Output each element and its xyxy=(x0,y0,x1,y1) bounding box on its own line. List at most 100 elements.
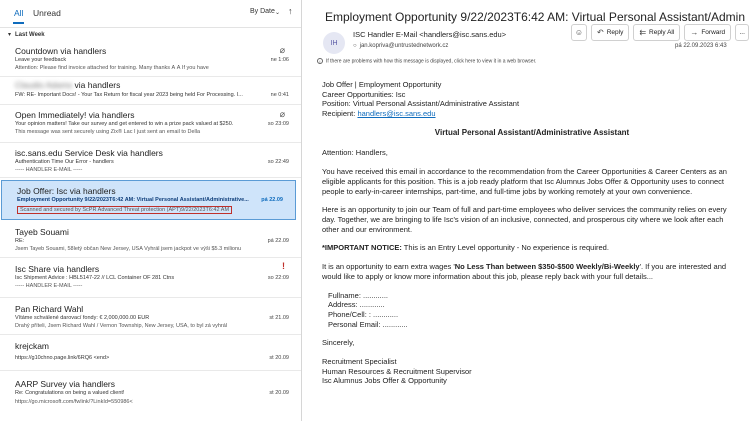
body-title: Virtual Personal Assistant/Administrativ… xyxy=(434,127,630,137)
message-preview: https://go.microsoft.com/fwlink/?LinkId=… xyxy=(15,399,133,405)
message-sender: krejckam xyxy=(15,341,50,351)
message-date: ne 0:41 xyxy=(270,92,289,98)
message-sender: Claudio Adams via handlers xyxy=(15,80,120,90)
message-subject: FW: RE- Important Docs! - Your Tax Retur… xyxy=(15,92,243,98)
avatar[interactable]: IH xyxy=(323,32,345,54)
message-subject: Your opinion matters! Take our survey an… xyxy=(15,121,234,127)
info-text: If there are problems with how this mess… xyxy=(326,58,537,65)
form-field: Fullname: ............ xyxy=(328,290,389,300)
list-item[interactable]: Tayeb Souami RE: Jsem Tayeb Souami, 58le… xyxy=(0,222,301,258)
message-subject: RE: xyxy=(15,238,25,244)
list-item[interactable]: Open Immediately! via handlers Your opin… xyxy=(0,105,301,143)
message-date: so 22:49 xyxy=(267,159,289,165)
forward-label: Forward xyxy=(701,29,726,36)
more-icon: ... xyxy=(739,29,745,36)
body-greeting: Attention: Handlers, xyxy=(322,147,388,157)
reply-button[interactable]: ↶ Reply xyxy=(591,24,630,41)
reply-all-button[interactable]: ⇇ Reply All xyxy=(633,24,681,41)
message-date: so 23:09 xyxy=(267,121,289,127)
more-actions-button[interactable]: ... xyxy=(735,24,750,41)
message-sender: Isc Share via handlers xyxy=(15,264,100,274)
tab-all-underline xyxy=(13,22,24,24)
message-sender-redacted: Claudio Adams xyxy=(15,80,73,90)
body-paragraph: You have received this email in accordan… xyxy=(322,167,727,196)
chevron-down-icon[interactable]: ⌄ xyxy=(275,9,280,16)
forward-button[interactable]: → Forward xyxy=(684,24,732,41)
message-preview: Drahý příteli, Jsem Richard Wahl / Verno… xyxy=(15,323,228,329)
message-date: st 21.09 xyxy=(269,315,289,321)
message-sender: Open Immediately! via handlers xyxy=(15,110,135,120)
smiley-icon: ☺ xyxy=(574,28,584,37)
tab-unread[interactable]: Unread xyxy=(33,8,61,18)
signature-line: Human Resources & Recruitment Supervisor xyxy=(322,366,472,376)
info-bar[interactable]: i If there are problems with how this mes… xyxy=(317,58,737,69)
info-icon: i xyxy=(317,58,323,64)
message-sender: AARP Survey via handlers xyxy=(15,379,116,389)
list-item[interactable]: Isc Share via handlers Isc Shipment Advi… xyxy=(0,258,301,298)
list-header: All Unread By Date ⌄ ↑ xyxy=(0,0,301,28)
reply-all-icon: ⇇ xyxy=(639,28,647,37)
form-field: Personal Email: ............ xyxy=(328,319,408,329)
list-item[interactable]: isc.sans.edu Service Desk via handlers A… xyxy=(0,143,301,178)
group-header-last-week[interactable]: ▾ Last Week xyxy=(0,28,301,41)
message-preview: Scanned and secured by ScPR Advanced Thr… xyxy=(17,206,247,214)
message-date: pá 22.09 xyxy=(267,238,289,244)
message-subject: Vítáme schválené darovací fondy: € 2,000… xyxy=(15,315,150,321)
tab-all[interactable]: All xyxy=(14,8,23,18)
body-closing: Sincerely, xyxy=(322,338,355,348)
signature-line: Isc Alumnus Jobs Offer & Opportunity xyxy=(322,376,447,386)
body-paragraph: It is an opportunity to earn extra wages… xyxy=(322,262,742,281)
message-date: ne 1:06 xyxy=(270,57,289,63)
reply-icon: ↶ xyxy=(597,28,604,37)
message-preview-highlight: Scanned and secured by ScPR Advanced Thr… xyxy=(17,206,233,214)
message-sender: Countdown via handlers xyxy=(15,46,107,56)
sort-by-date-button[interactable]: By Date xyxy=(250,8,275,15)
message-sender: Tayeb Souami xyxy=(15,227,69,237)
message-sender-suffix: via handlers xyxy=(74,80,121,90)
form-field: Phone/Cell: : ............ xyxy=(328,309,399,319)
sender-address[interactable]: ISC Handler E-Mail <handlers@isc.sans.ed… xyxy=(353,30,506,39)
message-list-pane: All Unread By Date ⌄ ↑ ▾ Last Week Countd… xyxy=(0,0,302,421)
recipient-icon: ○ xyxy=(353,43,357,49)
body-header-line: Job Offer | Employment Opportunity xyxy=(322,80,442,89)
para3-bold: No Less Than between $350-$500 Weekly/Bi… xyxy=(454,262,640,272)
message-preview: This message was sent securely using Zix… xyxy=(15,129,201,135)
message-subject: Re: Congratulations on being a valued cl… xyxy=(15,390,125,396)
body-header-line: Career Opportunities: Isc xyxy=(322,89,406,99)
message-preview: ----- HANDLER E-MAIL ----- xyxy=(15,167,83,173)
group-header-label: Last Week xyxy=(15,32,45,38)
recipient-row: Recipient: handlers@isc.sans.edu xyxy=(322,109,742,119)
message-actions: ☺ ↶ Reply ⇇ Reply All → Forward ... xyxy=(571,24,750,42)
sort-direction-icon[interactable]: ↑ xyxy=(288,6,293,16)
forward-icon: → xyxy=(690,28,699,37)
exclamation-icon: ! xyxy=(282,261,285,271)
recipient-address[interactable]: jan.kopriva@untrustednetwork.cz xyxy=(360,43,449,49)
list-item-selected[interactable]: Job Offer: Isc via handlers Employment O… xyxy=(1,180,296,220)
recipient-label: Recipient: xyxy=(322,109,356,119)
email-body: Job Offer | Employment Opportunity Caree… xyxy=(322,80,742,386)
email-subject: Employment Opportunity 9/22/2023T6:42 AM… xyxy=(325,10,745,24)
para3-start: It is an opportunity to earn extra wages… xyxy=(322,262,455,272)
important-notice: *IMPORTANT NOTICE: This is an Entry Leve… xyxy=(322,243,742,253)
reply-all-label: Reply All xyxy=(649,29,675,36)
notice-text: This is an Entry Level opportunity - No … xyxy=(401,243,609,253)
list-item[interactable]: Pan Richard Wahl Vítáme schválené darova… xyxy=(0,298,301,335)
message-date: st 20.09 xyxy=(269,390,289,396)
list-item[interactable]: Countdown via handlers Leave your feedba… xyxy=(0,42,301,77)
list-item[interactable]: Claudio Adams via handlers FW: RE- Impor… xyxy=(0,77,301,105)
message-subject: Employment Opportunity 9/22/2023T6:42 AM… xyxy=(17,197,249,203)
message-date: st 20.09 xyxy=(269,355,289,361)
emoji-button[interactable]: ☺ xyxy=(571,24,587,41)
reply-label: Reply xyxy=(606,29,624,36)
list-item[interactable]: AARP Survey via handlers Re: Congratulat… xyxy=(0,371,301,421)
recipient-email-link[interactable]: handlers@isc.sans.edu xyxy=(357,109,435,118)
notice-label: *IMPORTANT NOTICE: xyxy=(322,243,402,253)
reading-pane: Employment Opportunity 9/22/2023T6:42 AM… xyxy=(303,0,750,421)
chevron-down-icon[interactable]: ▾ xyxy=(8,31,11,38)
message-date: pá 22.09 xyxy=(261,197,283,203)
message-preview: Attention: Please find invoice attached … xyxy=(15,65,209,71)
paperclip-icon: ⌀ xyxy=(279,45,285,55)
message-sender: Pan Richard Wahl xyxy=(15,304,84,314)
body-paragraph: Here is an opportunity to join our Team … xyxy=(322,205,727,234)
list-item[interactable]: krejckam https://g10chno.page.link/6RQ6 … xyxy=(0,335,301,371)
